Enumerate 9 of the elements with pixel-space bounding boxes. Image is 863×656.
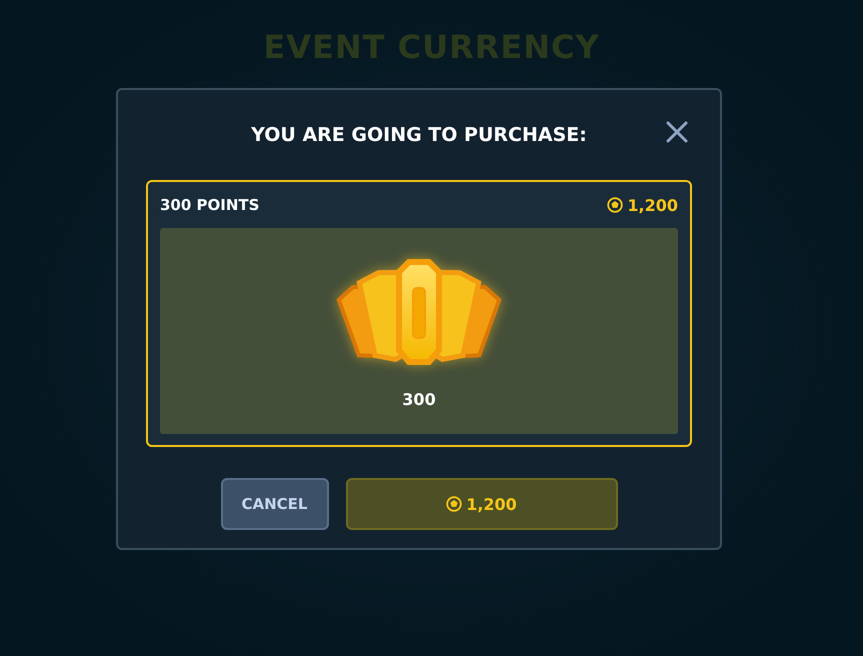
dialog-title: YOU ARE GOING TO PURCHASE: [251, 124, 587, 146]
cancel-button[interactable]: CANCEL [220, 478, 328, 530]
item-price: 1,200 [627, 196, 678, 214]
close-icon[interactable] [666, 121, 688, 143]
coin-icon [607, 197, 624, 213]
coin-icon [446, 496, 462, 512]
item-amount: 300 [402, 390, 436, 409]
item-name: 300 POINTS [160, 196, 260, 214]
buy-button[interactable]: 1,200 [346, 478, 618, 530]
